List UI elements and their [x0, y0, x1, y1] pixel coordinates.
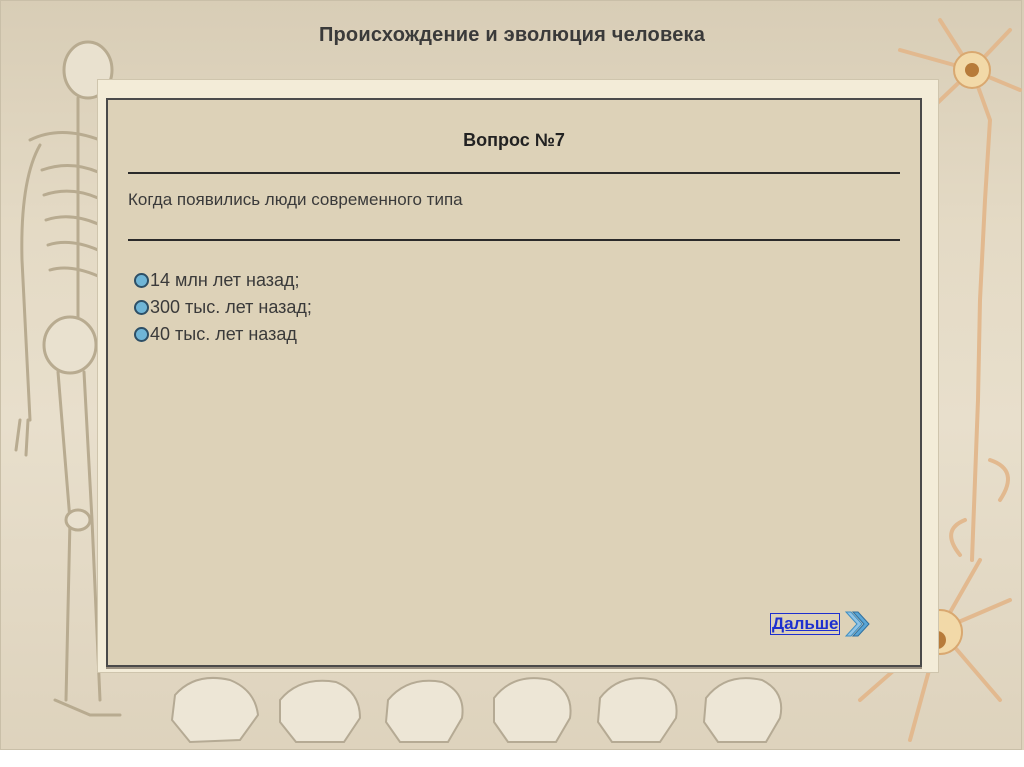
radio-button[interactable]: [134, 326, 149, 342]
divider-top: [128, 172, 900, 174]
radio-button[interactable]: [134, 272, 149, 288]
quiz-panel: Вопрос №7 Когда появились люди современн…: [106, 98, 922, 667]
divider-bottom: [128, 239, 900, 241]
question-heading: Вопрос №7: [463, 130, 565, 150]
double-chevron-right-icon[interactable]: [844, 609, 871, 639]
answer-option-3[interactable]: 40 тыс. лет назад: [134, 322, 297, 346]
next-control[interactable]: Дальше: [770, 609, 871, 639]
answer-option-1[interactable]: 14 млн лет назад;: [134, 268, 300, 292]
page-title: Происхождение и эволюция человека: [318, 24, 706, 46]
next-link[interactable]: Дальше: [770, 613, 841, 635]
bottom-strip: [0, 750, 1024, 767]
answer-label: 14 млн лет назад;: [150, 269, 300, 290]
answer-label: 300 тыс. лет назад;: [150, 296, 312, 317]
answer-label: 40 тыс. лет назад: [150, 323, 297, 344]
question-text: Когда появились люди современного типа: [128, 190, 463, 209]
answer-option-2[interactable]: 300 тыс. лет назад;: [134, 295, 312, 319]
radio-button[interactable]: [134, 299, 149, 315]
